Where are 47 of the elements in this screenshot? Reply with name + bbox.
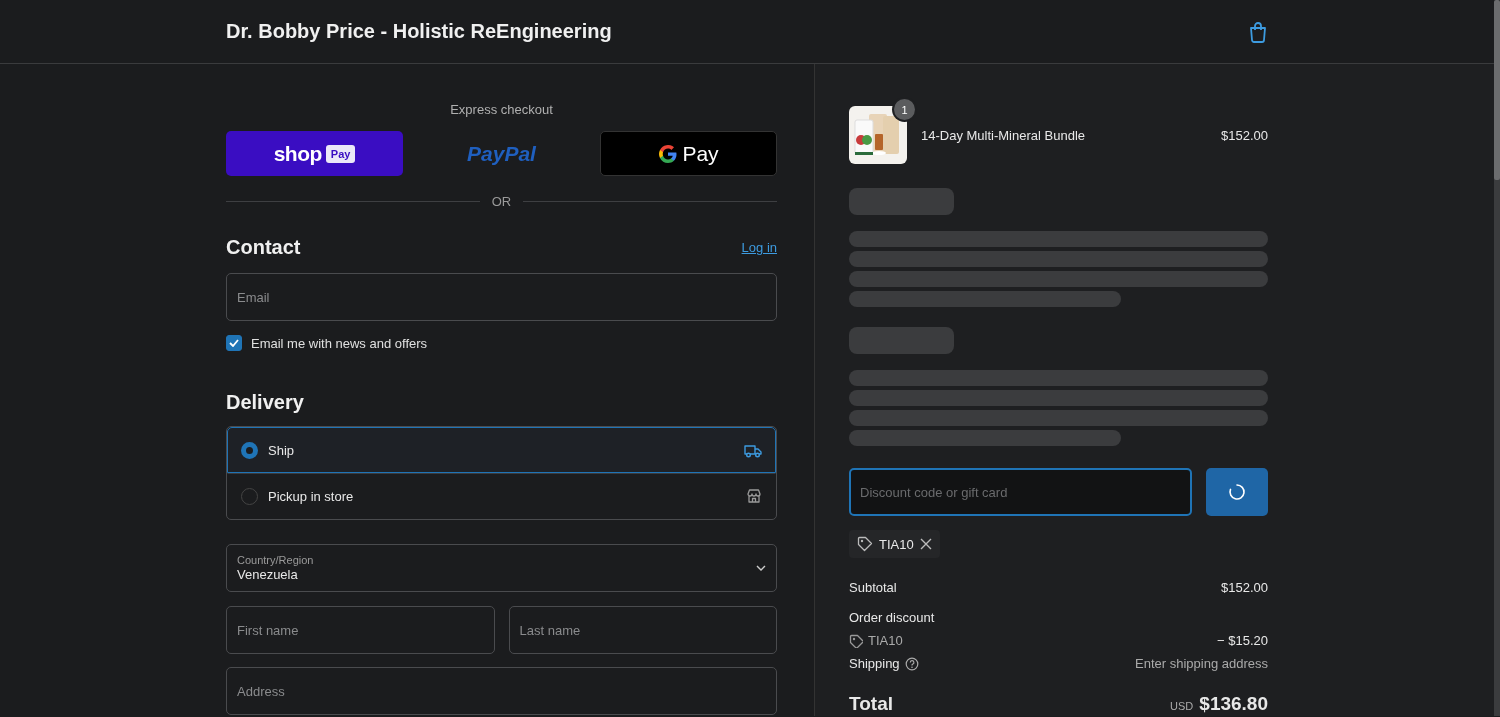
country-label: Country/Region — [237, 554, 314, 566]
currency-code: USD — [1170, 700, 1194, 712]
express-checkout-title: Express checkout — [449, 102, 554, 117]
shipping-value: Enter shipping address — [1135, 656, 1268, 671]
product-price: $152.00 — [1221, 127, 1268, 143]
subtotal-value: $152.00 — [1221, 580, 1268, 595]
radio-button[interactable] — [241, 441, 258, 459]
contact-heading: Contact — [226, 236, 301, 259]
last-name-field[interactable]: Last name — [508, 606, 777, 654]
country-value: Venezuela — [237, 567, 299, 582]
or-divider-text: OR — [491, 194, 512, 209]
login-link[interactable]: Log in — [741, 240, 777, 255]
discount-code: TIA10 — [879, 536, 914, 552]
remove-button[interactable] — [919, 538, 932, 550]
google-g-icon — [658, 143, 679, 164]
delivery-option[interactable]: Ship — [227, 427, 776, 473]
help-icon — [904, 656, 919, 671]
product-name: 14-Day Multi-Mineral Bundle — [921, 127, 1086, 143]
check-icon — [229, 339, 239, 347]
spinner-icon — [1228, 483, 1246, 501]
chevron-down-icon — [756, 565, 766, 571]
subtotal-label: Subtotal — [849, 580, 897, 595]
google-pay-button[interactable]: Pay — [600, 131, 777, 176]
store-name: Dr. Bobby Price - Holistic ReEngineering — [226, 20, 612, 43]
address-field[interactable]: Address — [226, 667, 777, 715]
newsletter-checkbox[interactable] — [226, 335, 242, 351]
shop-pay-button[interactable]: shop Pay — [226, 131, 403, 176]
newsletter-label: Email me with news and offers — [251, 335, 428, 351]
store-icon — [746, 488, 762, 504]
discount-code: TIA10 — [868, 633, 903, 648]
close-icon — [919, 538, 932, 550]
discount-code-field[interactable]: Discount code or gift card — [849, 468, 1192, 516]
delivery-option[interactable]: Pickup in store — [227, 473, 776, 519]
total-label: Total — [849, 693, 893, 715]
email-field[interactable]: Email — [226, 273, 777, 321]
quantity-badge: 1 — [894, 99, 915, 120]
tag-icon — [849, 633, 863, 648]
delivery-heading: Delivery — [226, 391, 305, 414]
country-select[interactable]: Country/Region Venezuela — [226, 544, 777, 592]
first-name-field[interactable]: First name — [226, 606, 495, 654]
shopping-bag-icon[interactable] — [1248, 20, 1268, 43]
order-discount-label: Order discount — [849, 610, 936, 625]
total-value: $136.80 — [1199, 693, 1268, 715]
tag-icon — [857, 536, 873, 552]
truck-icon — [744, 442, 762, 458]
discount-value: − $15.20 — [1217, 633, 1268, 648]
shipping-label: Shipping — [849, 656, 900, 671]
